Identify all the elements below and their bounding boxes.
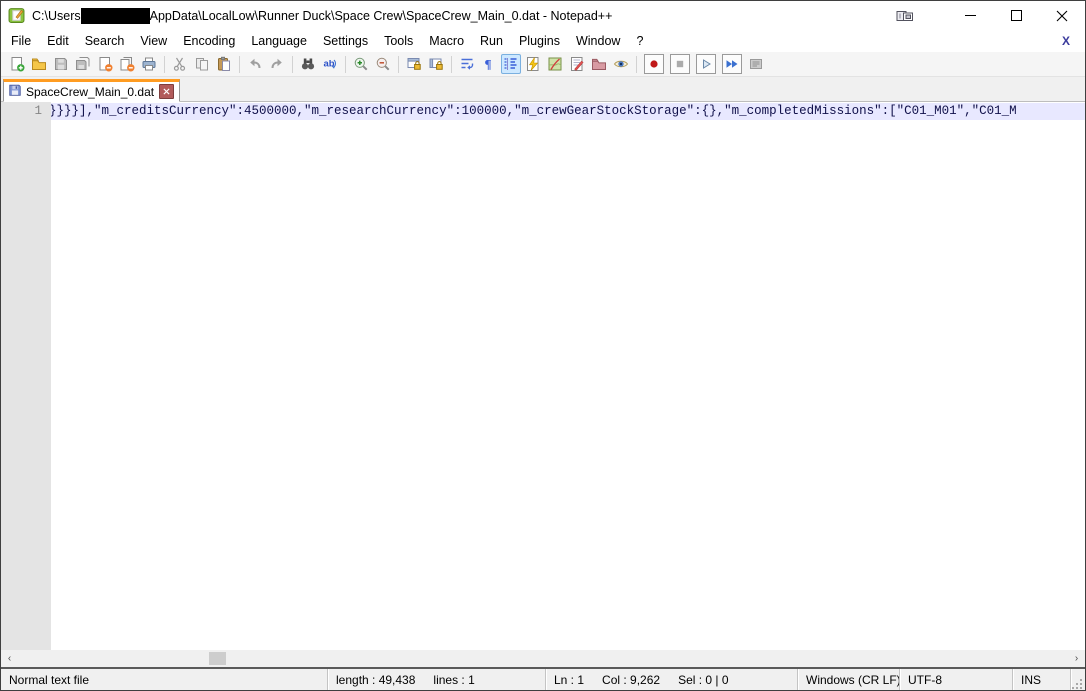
window-title: C:\Users AppData\LocalLow\Runner Duck\Spa… xyxy=(32,7,613,24)
macro-save-icon xyxy=(746,54,766,74)
status-ln: Ln : 1 xyxy=(554,673,585,687)
cut-icon xyxy=(170,54,190,74)
toolbar-separator xyxy=(345,55,346,73)
scroll-right-arrow-icon[interactable]: › xyxy=(1068,650,1085,667)
status-encoding: UTF-8 xyxy=(900,669,1013,690)
menu-encoding[interactable]: Encoding xyxy=(175,31,243,51)
document-text-line-1: }}}}],"m_creditsCurrency":4500000,"m_res… xyxy=(51,104,1017,118)
menu-tools[interactable]: Tools xyxy=(376,31,421,51)
macro-record-icon[interactable] xyxy=(644,54,664,74)
word-wrap-icon[interactable] xyxy=(457,54,477,74)
menu-view[interactable]: View xyxy=(132,31,175,51)
scrollbar-thumb[interactable] xyxy=(209,652,226,665)
status-insert-mode: INS xyxy=(1013,669,1071,690)
show-indent-guide-icon[interactable] xyxy=(501,54,521,74)
status-eol-format: Windows (CR LF) xyxy=(798,669,900,690)
sync-horizontal-scroll-icon[interactable] xyxy=(426,54,446,74)
status-length-lines: length : 49,438 lines : 1 xyxy=(328,669,546,690)
open-folder-icon[interactable] xyxy=(29,54,49,74)
status-bar: Normal text file length : 49,438 lines :… xyxy=(1,668,1085,690)
menu-edit[interactable]: Edit xyxy=(39,31,77,51)
save-icon xyxy=(51,54,71,74)
new-file-icon[interactable] xyxy=(7,54,27,74)
status-sel: Sel : 0 | 0 xyxy=(678,673,729,687)
folder-as-workspace-icon[interactable] xyxy=(589,54,609,74)
svg-text:¶: ¶ xyxy=(485,57,492,72)
close-button[interactable] xyxy=(1039,1,1085,30)
menu-window[interactable]: Window xyxy=(568,31,628,51)
menu-plugins[interactable]: Plugins xyxy=(511,31,568,51)
maximize-button[interactable] xyxy=(993,1,1039,30)
resize-grip-icon[interactable] xyxy=(1071,668,1085,690)
toolbar-separator xyxy=(292,55,293,73)
minimize-button[interactable] xyxy=(947,1,993,30)
line-number-gutter: 1 xyxy=(1,102,51,650)
horizontal-scrollbar[interactable]: ‹ › xyxy=(1,650,1085,667)
undo-icon xyxy=(245,54,265,74)
menu-settings[interactable]: Settings xyxy=(315,31,376,51)
document-map-icon[interactable] xyxy=(545,54,565,74)
notepadpp-window: C:\Users AppData\LocalLow\Runner Duck\Spa… xyxy=(0,0,1086,691)
monitoring-icon[interactable] xyxy=(611,54,631,74)
save-all-icon xyxy=(73,54,93,74)
menu-run[interactable]: Run xyxy=(472,31,511,51)
menu-search[interactable]: Search xyxy=(77,31,133,51)
menu-file[interactable]: File xyxy=(3,31,39,51)
status-length: length : 49,438 xyxy=(336,673,416,687)
status-doc-type: Normal text file xyxy=(1,669,328,690)
macro-play-icon[interactable] xyxy=(696,54,716,74)
menu-language[interactable]: Language xyxy=(243,31,315,51)
tab-close-icon[interactable] xyxy=(159,84,175,99)
menu-close-x[interactable]: X xyxy=(1057,32,1075,50)
tab-label: SpaceCrew_Main_0.dat xyxy=(26,84,155,99)
status-col: Col : 9,262 xyxy=(602,673,661,687)
paste-icon[interactable] xyxy=(214,54,234,74)
status-cursor-position: Ln : 1 Col : 9,262 Sel : 0 | 0 xyxy=(546,669,798,690)
svg-text:ab: ab xyxy=(324,59,335,70)
menu-macro[interactable]: Macro xyxy=(421,31,472,51)
notepadpp-app-icon xyxy=(8,7,25,24)
show-all-characters-icon[interactable]: ¶ xyxy=(479,54,499,74)
replace-icon[interactable]: ab xyxy=(320,54,340,74)
toolbar: ab ¶ xyxy=(1,52,1085,77)
zoom-out-icon[interactable] xyxy=(373,54,393,74)
print-icon[interactable] xyxy=(139,54,159,74)
redo-icon xyxy=(267,54,287,74)
toolbar-separator xyxy=(636,55,637,73)
tab-bar: SpaceCrew_Main_0.dat xyxy=(1,77,1085,102)
title-path-suffix: AppData\LocalLow\Runner Duck\Space Crew\… xyxy=(149,8,613,23)
redacted-username xyxy=(80,7,150,24)
find-icon[interactable] xyxy=(298,54,318,74)
saved-floppy-icon xyxy=(8,83,22,100)
function-list-icon[interactable] xyxy=(523,54,543,74)
document-list-icon[interactable] xyxy=(567,54,587,74)
zoom-in-icon[interactable] xyxy=(351,54,371,74)
sync-vertical-scroll-icon[interactable] xyxy=(404,54,424,74)
macro-stop-icon xyxy=(670,54,690,74)
toolbar-separator xyxy=(239,55,240,73)
editor-area[interactable]: 1 }}}}],"m_creditsCurrency":4500000,"m_r… xyxy=(1,102,1085,650)
line-number: 1 xyxy=(34,104,42,118)
toolbar-separator xyxy=(451,55,452,73)
close-file-icon[interactable] xyxy=(95,54,115,74)
title-path-prefix: C:\Users xyxy=(32,8,81,23)
window-layout-icon xyxy=(895,8,915,24)
macro-run-multiple-icon[interactable] xyxy=(722,54,742,74)
window-controls xyxy=(895,1,1085,30)
toolbar-separator xyxy=(164,55,165,73)
title-bar: C:\Users AppData\LocalLow\Runner Duck\Spa… xyxy=(1,1,1085,30)
menu-help[interactable]: ? xyxy=(628,31,651,51)
status-lines: lines : 1 xyxy=(433,673,475,687)
close-all-files-icon[interactable] xyxy=(117,54,137,74)
scroll-left-arrow-icon[interactable]: ‹ xyxy=(1,650,18,667)
text-content-area[interactable]: }}}}],"m_creditsCurrency":4500000,"m_res… xyxy=(51,102,1085,650)
toolbar-separator xyxy=(398,55,399,73)
menu-bar: File Edit Search View Encoding Language Settin… xyxy=(1,30,1085,52)
copy-icon xyxy=(192,54,212,74)
tab-spacecrew-main-0-dat[interactable]: SpaceCrew_Main_0.dat xyxy=(3,79,181,102)
